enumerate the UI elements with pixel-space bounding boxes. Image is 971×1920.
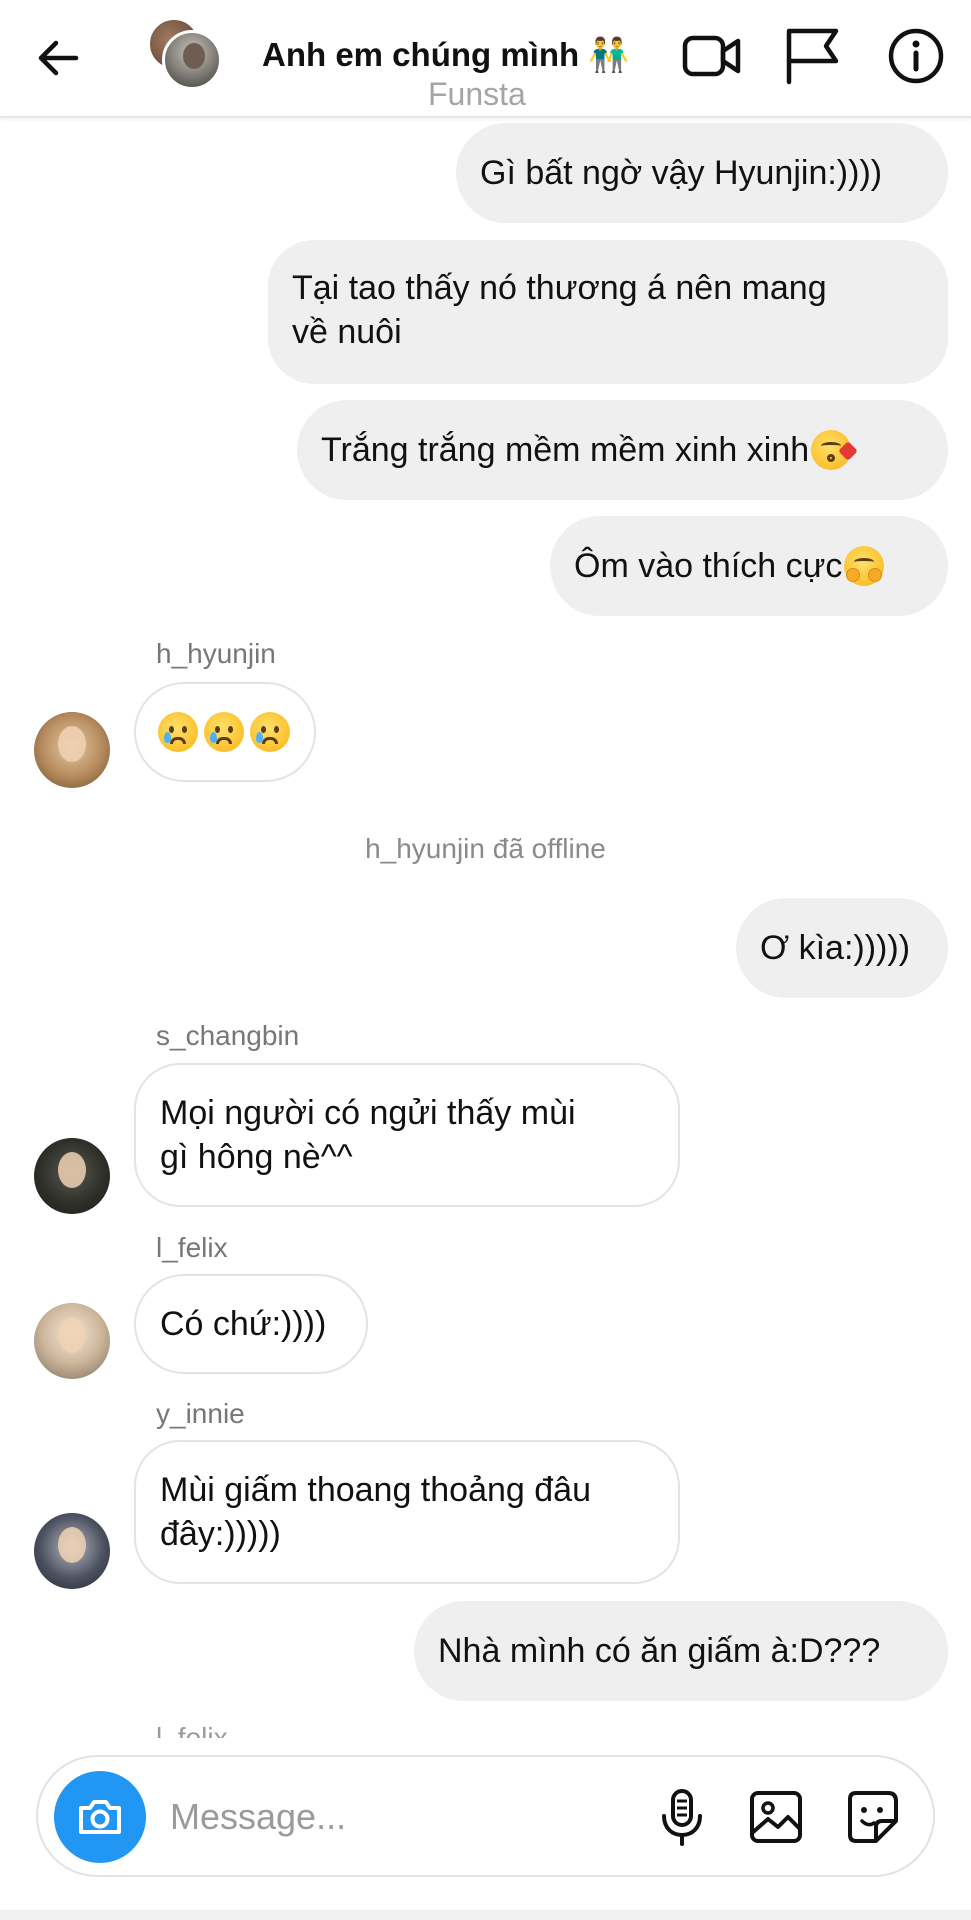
arrow-left-icon <box>38 40 79 76</box>
info-button[interactable] <box>884 24 948 88</box>
voice-message-button[interactable] <box>650 1785 714 1849</box>
sender-name: y_innie <box>156 1398 245 1429</box>
avatar[interactable] <box>34 1138 110 1214</box>
system-nav-bar <box>0 1910 971 1920</box>
chat-title[interactable]: Anh em chúng mình 👬 <box>262 36 629 75</box>
message-text: Trắng trắng mềm mềm xinh xinh <box>321 431 810 469</box>
message-text: gì hông nè^^ <box>160 1138 353 1176</box>
image-icon <box>750 1791 802 1843</box>
info-icon <box>888 28 944 84</box>
sender-name: l_felix <box>156 1232 228 1263</box>
report-button[interactable] <box>780 24 844 88</box>
video-camera-icon <box>682 35 741 77</box>
group-avatar[interactable] <box>148 16 224 92</box>
message-bubble-outgoing[interactable]: Nhà mình có ăn giấm à:D??? <box>414 1601 948 1701</box>
sender-name: h_hyunjin <box>156 638 276 669</box>
message-bubble-incoming[interactable]: Có chứ:)))) <box>134 1274 368 1374</box>
message-bubble-incoming[interactable]: Mùi giấm thoang thoảng đâu đây:))))) <box>134 1440 680 1584</box>
message-bubble-incoming[interactable]: Mọi người có ngửi thấy mùi gì hông nè^^ <box>134 1063 680 1207</box>
avatar[interactable] <box>34 1513 110 1589</box>
message-bubble-outgoing[interactable]: Ơ kìa:))))) <box>736 898 948 998</box>
message-text: Ơ kìa:))))) <box>760 929 911 967</box>
gallery-button[interactable] <box>744 1785 808 1849</box>
camera-button[interactable] <box>54 1771 146 1863</box>
back-button[interactable] <box>32 30 88 86</box>
avatar[interactable] <box>34 1303 110 1379</box>
message-text: về nuôi <box>292 313 402 351</box>
message-text: Gì bất ngờ vậy Hyunjin:)))) <box>480 154 883 192</box>
kissing-face-emoji-icon <box>811 430 859 470</box>
sticker-button[interactable] <box>840 1785 904 1849</box>
crying-face-emoji-icon <box>158 712 198 752</box>
avatar[interactable] <box>34 712 110 788</box>
message-text: Nhà mình có ăn giấm à:D??? <box>438 1632 881 1670</box>
avatar <box>162 30 222 90</box>
system-message: h_hyunjin đã offline <box>365 833 606 864</box>
message-bubble-outgoing[interactable]: Trắng trắng mềm mềm xinh xinh <box>297 400 948 500</box>
flag-icon <box>786 28 839 85</box>
crying-face-emoji-icon <box>250 712 290 752</box>
message-text: đây:))))) <box>160 1515 281 1553</box>
hugging-face-emoji-icon <box>844 546 885 586</box>
chat-subtitle: Funsta <box>428 76 526 112</box>
message-text: Ôm vào thích cực <box>574 547 843 585</box>
message-composer <box>36 1755 935 1877</box>
message-bubble-outgoing[interactable]: Tại tao thấy nó thương á nên mang về nuô… <box>268 240 948 384</box>
message-input[interactable] <box>170 1787 650 1847</box>
message-text: Tại tao thấy nó thương á nên mang <box>292 269 827 307</box>
message-bubble-outgoing[interactable]: Gì bất ngờ vậy Hyunjin:)))) <box>456 123 948 223</box>
message-bubble-incoming[interactable] <box>134 682 316 782</box>
sender-name: l_felix <box>156 1724 228 1738</box>
camera-icon <box>79 1800 121 1834</box>
crying-face-emoji-icon <box>204 712 244 752</box>
sticker-icon <box>848 1791 898 1843</box>
message-bubble-outgoing[interactable]: Ôm vào thích cực <box>550 516 948 616</box>
chat-header: Anh em chúng mình 👬 Funsta <box>0 0 971 118</box>
video-call-button[interactable] <box>680 24 744 88</box>
sender-name: s_changbin <box>156 1020 300 1051</box>
message-text: Mọi người có ngửi thấy mùi <box>160 1094 576 1132</box>
microphone-icon <box>662 1789 702 1846</box>
message-text: Có chứ:)))) <box>160 1305 327 1343</box>
message-text: Mùi giấm thoang thoảng đâu <box>160 1471 591 1509</box>
